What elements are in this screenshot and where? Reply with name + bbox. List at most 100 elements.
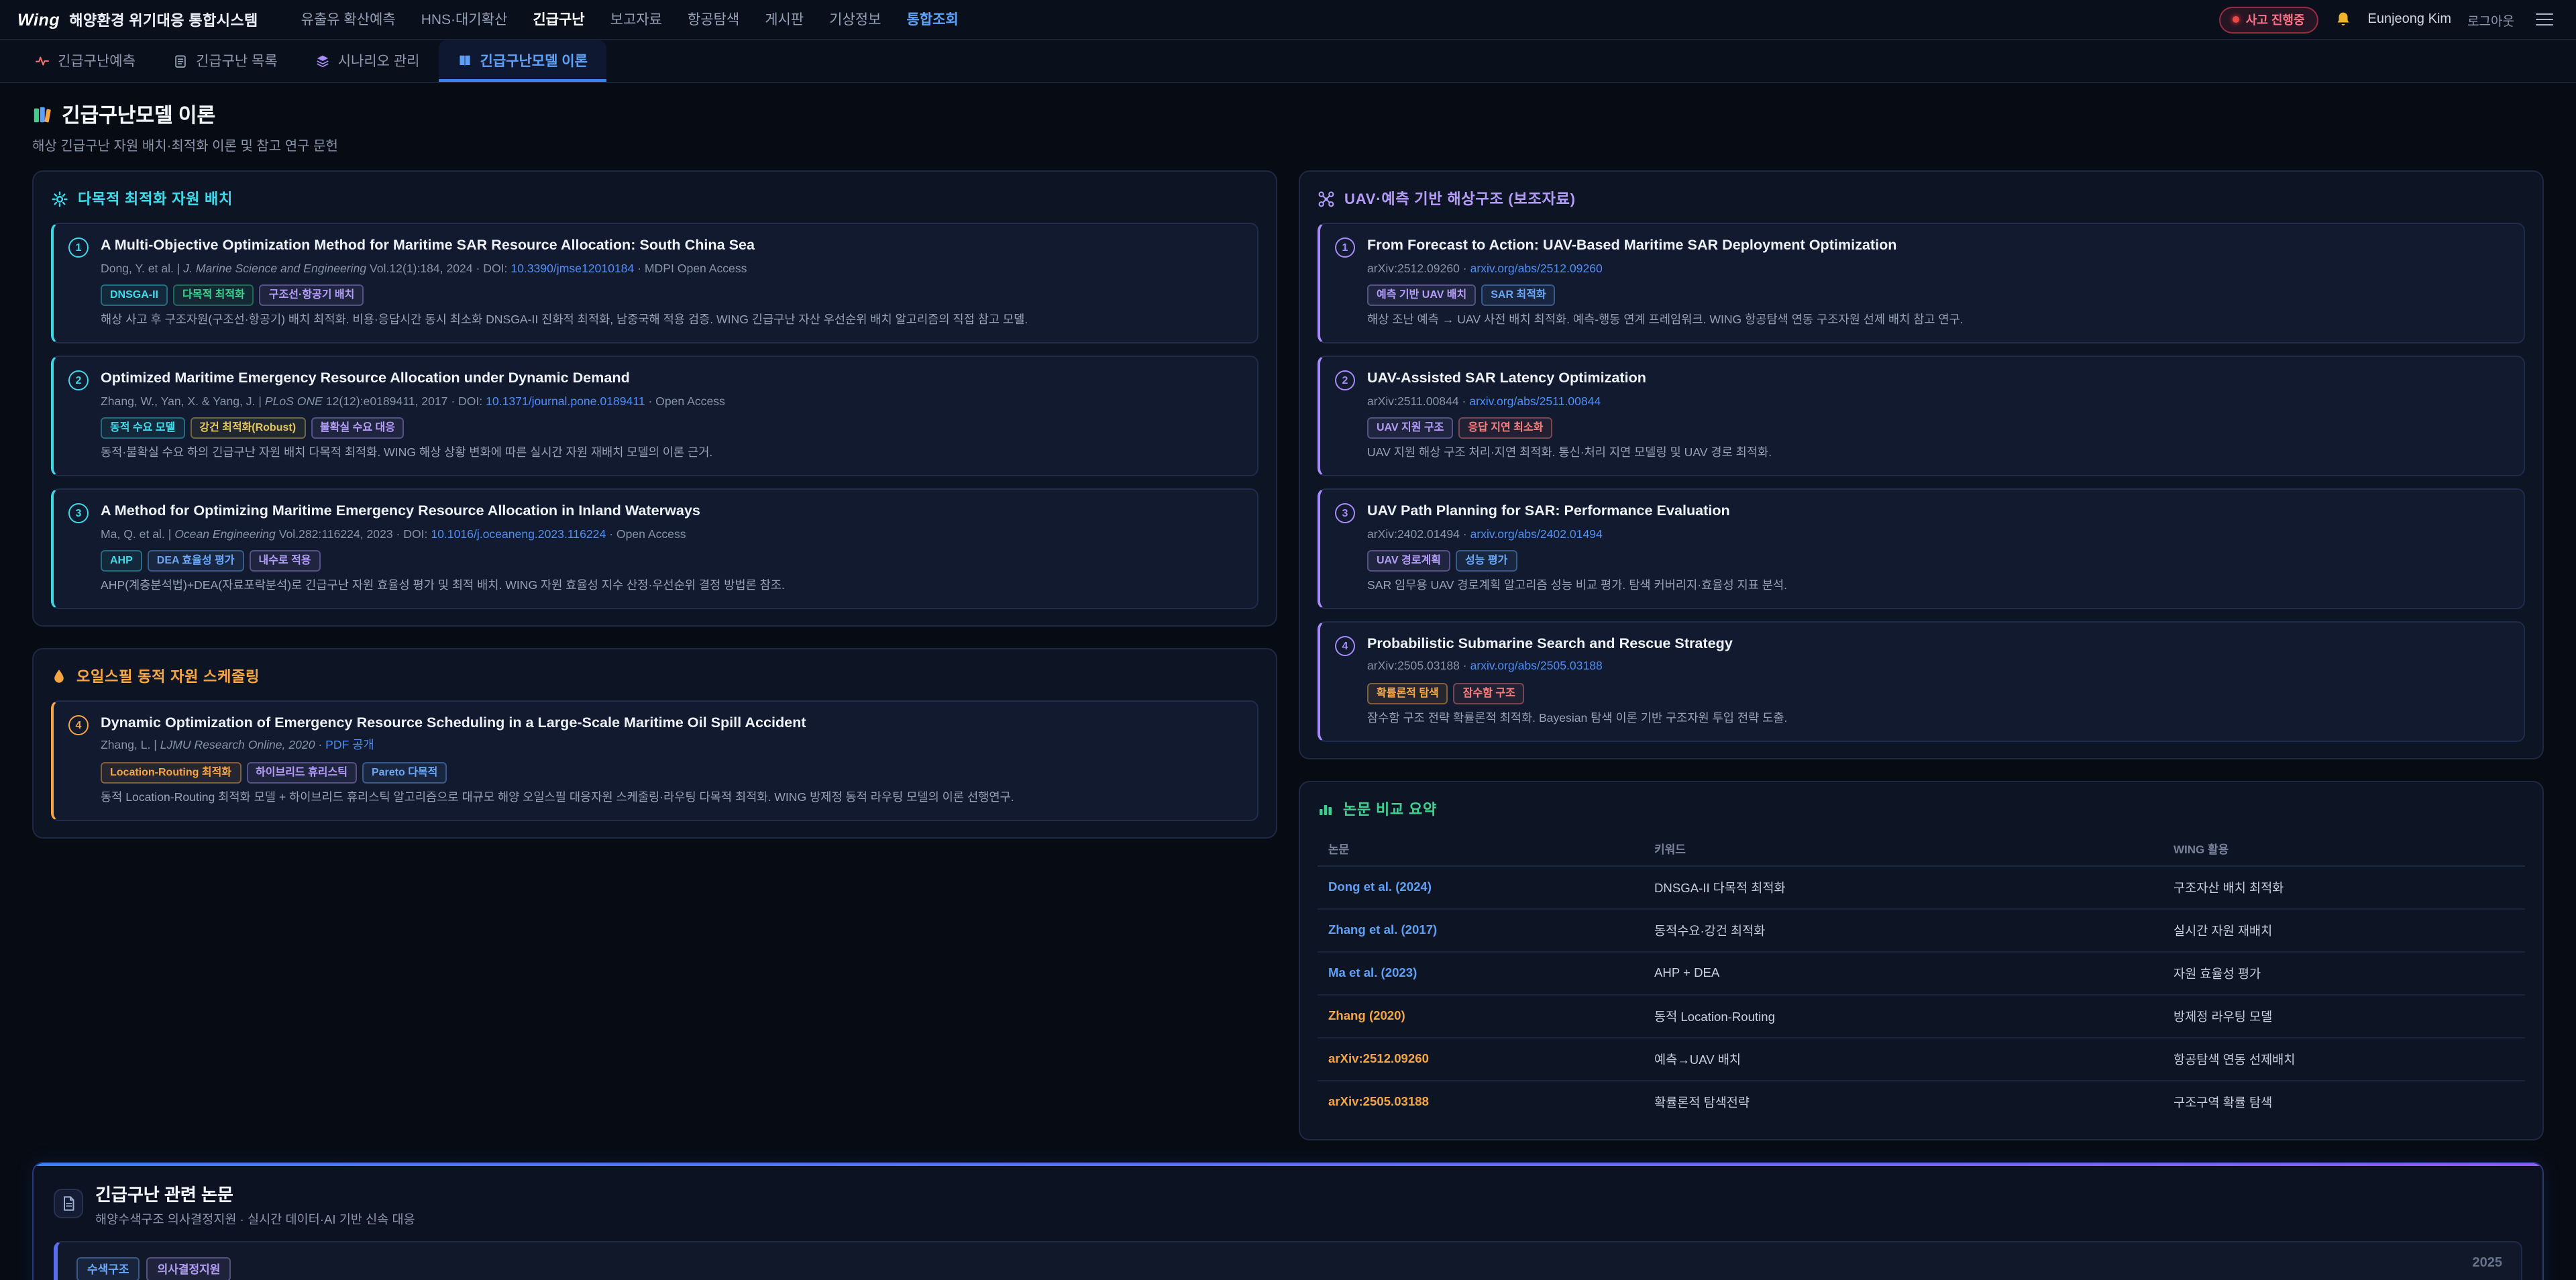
doi-link[interactable]: 10.1016/j.oceaneng.2023.116224	[431, 527, 606, 540]
paper-description: 해상 사고 후 구조자원(구조선·항공기) 배치 최적화. 비용·응답시간 동시…	[101, 312, 1242, 330]
page-head: 긴급구난모델 이론 해상 긴급구난 자원 배치·최적화 이론 및 참고 연구 문…	[32, 101, 2544, 154]
tag-list: Location-Routing 최적화 하이브리드 휴리스틱 Pareto 다…	[101, 761, 1242, 784]
tab-sar-prediction[interactable]: 긴급구난예측	[16, 40, 154, 82]
tab-label: 긴급구난예측	[58, 51, 136, 71]
header-right: 사고 진행중 Eunjeong Kim 로그아웃	[2219, 6, 2559, 33]
section-multiobjective: 다목적 최적화 자원 배치 1 A Multi-Objective Optimi…	[32, 170, 1277, 627]
paper-item: 3 UAV Path Planning for SAR: Performance…	[1318, 488, 2525, 609]
tag-chip: DNSGA-II	[101, 284, 168, 307]
nav-hns-air-diffusion[interactable]: HNS·대기확산	[421, 9, 508, 30]
main-content: 긴급구난모델 이론 해상 긴급구난 자원 배치·최적화 이론 및 참고 연구 문…	[0, 101, 2576, 1280]
paper-item: 2 UAV-Assisted SAR Latency Optimization …	[1318, 356, 2525, 476]
tag-chip: AHP	[101, 549, 142, 572]
section-uav: UAV·예측 기반 해상구조 (보조자료) 1 From Forecast to…	[1299, 170, 2544, 759]
compare-paper-link[interactable]: Dong et al. (2024)	[1328, 881, 1432, 894]
paper-item: 1 A Multi-Objective Optimization Method …	[51, 223, 1258, 343]
tag-chip: 예측 기반 UAV 배치	[1367, 284, 1476, 307]
brand-name: 해양환경 위기대응 통합시스템	[69, 9, 258, 30]
logout-button[interactable]: 로그아웃	[2467, 10, 2514, 29]
compare-paper-link[interactable]: Ma et al. (2023)	[1328, 967, 1417, 980]
tag-chip: 내수로 적용	[249, 549, 320, 572]
column-header-keywords: 키워드	[1644, 833, 2163, 866]
paper-number: 1	[68, 237, 89, 258]
tag-chip: 강건 최적화(Robust)	[190, 417, 305, 439]
paper-number: 1	[1335, 237, 1355, 258]
table-row: arXiv:2505.03188 확률론적 탐색전략 구조구역 확률 탐색	[1318, 1081, 2525, 1123]
nav-board[interactable]: 게시판	[765, 9, 804, 30]
droplet-icon	[51, 668, 67, 684]
section-compare-header: 논문 비교 요약	[1318, 798, 2525, 820]
nav-integrated-search[interactable]: 통합조회	[906, 9, 958, 30]
tab-sar-model-theory[interactable]: 긴급구난모델 이론	[439, 40, 606, 82]
section-title: 다목적 최적화 자원 배치	[78, 188, 233, 209]
section-oilspill-header: 오일스필 동적 자원 스케줄링	[51, 665, 1258, 687]
paper-item: 2 Optimized Maritime Emergency Resource …	[51, 356, 1258, 476]
compare-keywords-cell: AHP + DEA	[1644, 952, 2163, 995]
right-column: UAV·예측 기반 해상구조 (보조자료) 1 From Forecast to…	[1299, 170, 2544, 1140]
nav-aerial-search[interactable]: 항공탐색	[688, 9, 739, 30]
section-oilspill: 오일스필 동적 자원 스케줄링 4 Dynamic Optimization o…	[32, 648, 1277, 839]
column-header-wing: WING 활용	[2163, 833, 2525, 866]
paper-number: 2	[1335, 370, 1355, 390]
nav-weather[interactable]: 기상정보	[829, 9, 881, 30]
compare-paper-link[interactable]: Zhang et al. (2017)	[1328, 924, 1437, 937]
compare-keywords-cell: 예측→UAV 배치	[1644, 1038, 2163, 1081]
paper-meta: Zhang, W., Yan, X. & Yang, J. | PLoS ONE…	[101, 392, 1242, 410]
paper-meta: Zhang, L. | LJMU Research Online, 2020 ·…	[101, 737, 1242, 755]
paper-meta: Ma, Q. et al. | Ocean Engineering Vol.28…	[101, 525, 1242, 543]
compare-paper-link[interactable]: arXiv:2505.03188	[1328, 1096, 1429, 1109]
nav-oil-spill-prediction[interactable]: 유출유 확산예측	[301, 9, 396, 30]
table-row: Zhang (2020) 동적 Location-Routing 방제정 라우팅…	[1318, 995, 2525, 1038]
table-row: Ma et al. (2023) AHP + DEA 자원 효율성 평가	[1318, 952, 2525, 995]
compare-paper-link[interactable]: arXiv:2512.09260	[1328, 1053, 1429, 1066]
books-icon	[32, 105, 52, 125]
section-related-papers: 긴급구난 관련 논문 해양수색구조 의사결정지원 · 실시간 데이터·AI 기반…	[32, 1162, 2544, 1280]
arxiv-link[interactable]: arxiv.org/abs/2512.09260	[1470, 261, 1603, 274]
paper-number: 3	[68, 503, 89, 523]
column-header-paper: 논문	[1318, 833, 1644, 866]
tag-chip: Location-Routing 최적화	[101, 761, 241, 784]
app-root: Wing 해양환경 위기대응 통합시스템 유출유 확산예측 HNS·대기확산 긴…	[0, 0, 2576, 1280]
user-name: Eunjeong Kim	[2368, 12, 2452, 27]
tab-label: 긴급구난모델 이론	[480, 51, 588, 71]
section-compare: 논문 비교 요약 논문 키워드 WING 활용 Dong e	[1299, 781, 2544, 1140]
related-header: 긴급구난 관련 논문 해양수색구조 의사결정지원 · 실시간 데이터·AI 기반…	[54, 1181, 2522, 1228]
clipboard-icon	[173, 54, 188, 68]
arxiv-link[interactable]: arxiv.org/abs/2511.00844	[1469, 394, 1601, 407]
compare-paper-link[interactable]: Zhang (2020)	[1328, 1010, 1405, 1023]
section-title: UAV·예측 기반 해상구조 (보조자료)	[1344, 188, 1576, 209]
arxiv-link[interactable]: arxiv.org/abs/2402.01494	[1470, 527, 1603, 540]
tag-chip: UAV 지원 구조	[1367, 417, 1453, 439]
top-header: Wing 해양환경 위기대응 통합시스템 유출유 확산예측 HNS·대기확산 긴…	[0, 0, 2576, 40]
arxiv-link[interactable]: arxiv.org/abs/2505.03188	[1470, 659, 1603, 673]
tag-chip: 수색구조	[76, 1257, 140, 1280]
tag-chip: 불확실 수요 대응	[311, 417, 405, 439]
incident-status-badge[interactable]: 사고 진행중	[2219, 6, 2318, 33]
paper-meta: arXiv:2511.00844 · arxiv.org/abs/2511.00…	[1367, 392, 2509, 410]
two-column-grid: 다목적 최적화 자원 배치 1 A Multi-Objective Optimi…	[32, 170, 2544, 1140]
compare-wing-cell: 자원 효율성 평가	[2163, 952, 2525, 995]
paper-description: 동적 Location-Routing 최적화 모델 + 하이브리드 휴리스틱 …	[101, 790, 1242, 808]
paper-meta: arXiv:2505.03188 · arxiv.org/abs/2505.03…	[1367, 658, 2509, 676]
tag-chip: 의사결정지원	[147, 1257, 231, 1280]
nav-sar[interactable]: 긴급구난	[533, 9, 584, 30]
tag-chip: 동적 수요 모델	[101, 417, 184, 439]
related-paper-item: 2025 수색구조 의사결정지원 지능형 해양수색구조 의사결정지원시스템: 신…	[54, 1241, 2522, 1280]
tag-list: 예측 기반 UAV 배치 SAR 최적화	[1367, 284, 2509, 307]
nav-reports[interactable]: 보고자료	[610, 9, 662, 30]
tag-list: 동적 수요 모델 강건 최적화(Robust) 불확실 수요 대응	[101, 417, 1242, 439]
bell-icon[interactable]	[2334, 11, 2352, 28]
hamburger-menu-icon[interactable]	[2530, 7, 2559, 32]
related-title: 긴급구난 관련 논문	[95, 1181, 415, 1206]
tag-chip: Pareto 다목적	[362, 761, 447, 784]
book-icon	[458, 54, 472, 68]
doi-link[interactable]: 10.1371/journal.pone.0189411	[486, 394, 645, 407]
tab-sar-list[interactable]: 긴급구난 목록	[154, 40, 297, 82]
tab-scenario-management[interactable]: 시나리오 관리	[297, 40, 439, 82]
paper-meta: Dong, Y. et al. | J. Marine Science and …	[101, 260, 1242, 277]
tag-list: DNSGA-II 다목적 최적화 구조선·항공기 배치	[101, 284, 1242, 307]
table-row: Zhang et al. (2017) 동적수요·강건 최적화 실시간 자원 재…	[1318, 909, 2525, 952]
doi-link[interactable]: 10.3390/jmse12010184	[511, 261, 634, 274]
pdf-link[interactable]: PDF 공개	[325, 739, 374, 752]
tag-list: 수색구조 의사결정지원	[76, 1257, 2502, 1280]
